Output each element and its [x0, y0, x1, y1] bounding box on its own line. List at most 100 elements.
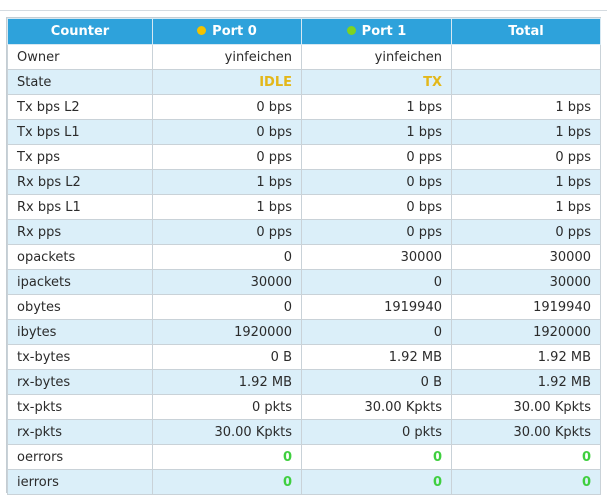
total-value-cell: 1 bps	[451, 194, 601, 220]
table-header: Counter Port 0 Port 1 Total	[7, 18, 601, 45]
port0-value-cell: 0 bps	[152, 94, 302, 120]
table-row: Rx bps L1 1 bps 0 bps 1 bps	[7, 194, 601, 220]
total-value-text: 0	[581, 474, 591, 490]
row-label-cell: ierrors	[7, 469, 153, 495]
table-row: opackets 0 30000 30000	[7, 244, 601, 270]
port0-value-cell: 0	[152, 444, 302, 470]
port1-value-cell: 1 bps	[301, 94, 452, 120]
port0-value-cell: 0	[152, 244, 302, 270]
port1-value-cell: 30000	[301, 244, 452, 270]
column-header-port0-label: Port 0	[212, 24, 257, 39]
table-row: obytes 0 1919940 1919940	[7, 294, 601, 320]
port0-value-text: 0	[283, 299, 292, 315]
port0-value-cell: 1920000	[152, 319, 302, 345]
row-label-text: Rx pps	[17, 224, 62, 240]
port1-value-cell: TX	[301, 69, 452, 95]
port1-value-text: TX	[423, 74, 442, 90]
port0-value-cell: yinfeichen	[152, 44, 302, 70]
port1-value-text: 1.92 MB	[388, 349, 442, 365]
row-label-text: tx-bytes	[17, 349, 71, 365]
port1-value-cell: 0 B	[301, 369, 452, 395]
table-row: Owner yinfeichen yinfeichen	[7, 44, 601, 70]
port1-value-cell: 30.00 Kpkts	[301, 394, 452, 420]
port0-value-text: 1 bps	[256, 174, 292, 190]
total-value-cell: 1 bps	[451, 94, 601, 120]
column-header-port1: Port 1	[301, 18, 452, 45]
port1-value-text: 0 bps	[406, 174, 442, 190]
port0-status-dot-icon	[197, 26, 207, 35]
row-label-cell: State	[7, 69, 153, 95]
total-value-text: 1920000	[533, 324, 591, 340]
row-label-cell: Rx pps	[7, 219, 153, 245]
port0-value-text: 1.92 MB	[238, 374, 292, 390]
row-label-text: ipackets	[17, 274, 71, 290]
total-value-cell: 1.92 MB	[451, 369, 601, 395]
port0-value-cell: 0 bps	[152, 119, 302, 145]
total-value-cell: 30.00 Kpkts	[451, 419, 601, 445]
table-row: State IDLE TX	[7, 69, 601, 95]
port1-value-cell: 1919940	[301, 294, 452, 320]
port0-value-text: 0	[282, 474, 292, 490]
row-label-text: obytes	[17, 299, 61, 315]
port1-value-text: 0 pps	[406, 224, 442, 240]
port0-value-text: 0	[282, 449, 292, 465]
table-row: Tx bps L1 0 bps 1 bps 1 bps	[7, 119, 601, 145]
port0-value-text: 30.00 Kpkts	[214, 424, 292, 440]
table-row: tx-pkts 0 pkts 30.00 Kpkts 30.00 Kpkts	[7, 394, 601, 420]
port0-value-text: 30000	[250, 274, 292, 290]
table-row: oerrors 0 0 0	[7, 444, 601, 470]
row-label-cell: Owner	[7, 44, 153, 70]
row-label-text: ibytes	[17, 324, 57, 340]
total-value-text: 30000	[549, 274, 591, 290]
port1-value-text: 1919940	[384, 299, 442, 315]
row-label-cell: ipackets	[7, 269, 153, 295]
row-label-cell: obytes	[7, 294, 153, 320]
row-label-cell: Rx bps L1	[7, 194, 153, 220]
total-value-text: 1 bps	[555, 199, 591, 215]
total-value-text: 1 bps	[555, 99, 591, 115]
row-label-text: Rx bps L2	[17, 174, 81, 190]
total-value-text: 1.92 MB	[537, 374, 591, 390]
port0-value-text: 0 bps	[256, 99, 292, 115]
port1-value-text: 0 bps	[406, 199, 442, 215]
total-value-text: 1 bps	[555, 124, 591, 140]
table-row: Rx pps 0 pps 0 pps 0 pps	[7, 219, 601, 245]
row-label-cell: rx-bytes	[7, 369, 153, 395]
port1-value-cell: 0 pps	[301, 219, 452, 245]
total-value-cell: 30000	[451, 244, 601, 270]
row-label-cell: Tx pps	[7, 144, 153, 170]
port1-value-text: 1 bps	[406, 99, 442, 115]
row-label-cell: Tx bps L2	[7, 94, 153, 120]
total-value-cell: 30.00 Kpkts	[451, 394, 601, 420]
row-label-cell: Rx bps L2	[7, 169, 153, 195]
header-row: Counter Port 0 Port 1 Total	[7, 18, 601, 45]
port0-value-cell: IDLE	[152, 69, 302, 95]
port0-value-text: 0 B	[270, 349, 292, 365]
port1-value-text: 0	[433, 274, 442, 290]
column-header-counter-label: Counter	[50, 24, 110, 39]
port1-value-text: 0	[433, 324, 442, 340]
row-label-text: rx-bytes	[17, 374, 71, 390]
port0-value-cell: 0 pkts	[152, 394, 302, 420]
row-label-cell: oerrors	[7, 444, 153, 470]
port0-value-cell: 0 pps	[152, 144, 302, 170]
table-body: Owner yinfeichen yinfeichen State IDLE TX Tx b…	[7, 44, 601, 495]
total-value-text: 0 pps	[555, 149, 591, 165]
row-label-text: opackets	[17, 249, 76, 265]
total-value-text: 30.00 Kpkts	[513, 399, 591, 415]
port0-value-cell: 1 bps	[152, 169, 302, 195]
column-header-total: Total	[451, 18, 601, 45]
total-value-text: 30.00 Kpkts	[513, 424, 591, 440]
port1-value-cell: 0 pps	[301, 144, 452, 170]
port0-value-text: 1920000	[234, 324, 292, 340]
port1-value-text: 1 bps	[406, 124, 442, 140]
port1-value-cell: 0 bps	[301, 169, 452, 195]
total-value-text: 1919940	[533, 299, 591, 315]
total-value-text: 0 pps	[555, 224, 591, 240]
port0-value-text: 0 bps	[256, 124, 292, 140]
port1-value-cell: 1 bps	[301, 119, 452, 145]
row-label-text: Tx bps L2	[17, 99, 80, 115]
row-label-cell: ibytes	[7, 319, 153, 345]
port1-value-cell: 0	[301, 444, 452, 470]
total-value-cell: 0	[451, 444, 601, 470]
